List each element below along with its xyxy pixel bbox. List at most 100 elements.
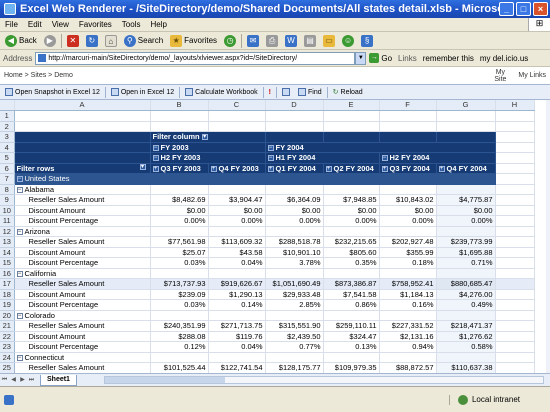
cell[interactable] — [379, 352, 437, 363]
cell[interactable] — [323, 110, 380, 122]
measure-label[interactable]: Reseller Sales Amount — [14, 194, 151, 206]
value-cell[interactable]: $2,439.50 — [265, 331, 324, 342]
my-links-link[interactable]: My Links — [518, 72, 546, 79]
cell[interactable] — [495, 257, 535, 269]
cell[interactable] — [495, 268, 535, 279]
menu-help[interactable]: Help — [145, 20, 171, 29]
value-cell[interactable]: $355.99 — [379, 247, 437, 258]
cell[interactable] — [495, 236, 535, 248]
quarter-header[interactable]: + Q2 FY 2004 — [323, 163, 380, 174]
open-in-excel-button[interactable]: Open in Excel 12 — [108, 88, 177, 96]
value-cell[interactable]: 0.14% — [208, 299, 266, 311]
cell[interactable] — [323, 268, 380, 279]
cell[interactable] — [495, 310, 535, 321]
cell[interactable] — [495, 215, 535, 227]
cell[interactable] — [323, 310, 380, 321]
value-cell[interactable]: $1,695.88 — [436, 247, 496, 258]
value-cell[interactable]: $713,737.93 — [150, 278, 209, 290]
cell[interactable] — [150, 110, 209, 122]
quarter-header[interactable]: + Q1 FY 2004 — [265, 163, 324, 174]
value-cell[interactable]: $7,541.58 — [323, 289, 380, 300]
measure-label[interactable]: Discount Amount — [14, 205, 151, 216]
value-cell[interactable]: $110,637.38 — [436, 362, 496, 373]
value-cell[interactable]: $122,741.54 — [208, 362, 266, 373]
country-row-label[interactable]: − United States — [14, 173, 151, 185]
cell[interactable] — [265, 226, 324, 237]
cell[interactable] — [495, 152, 535, 164]
cell[interactable] — [208, 310, 266, 321]
row-header[interactable]: 11 — [0, 215, 15, 227]
value-cell[interactable]: $239.09 — [150, 289, 209, 300]
row-header[interactable]: 14 — [0, 247, 15, 258]
cell[interactable] — [265, 352, 324, 363]
cell[interactable] — [265, 184, 324, 195]
cell[interactable] — [495, 131, 535, 143]
row-header[interactable]: 18 — [0, 289, 15, 300]
cell[interactable] — [208, 268, 266, 279]
value-cell[interactable]: $271,713.75 — [208, 320, 266, 332]
row-header[interactable]: 12 — [0, 226, 15, 237]
value-cell[interactable]: $240,351.99 — [150, 320, 209, 332]
value-cell[interactable]: $0.00 — [436, 205, 496, 216]
value-cell[interactable]: $1,276.62 — [436, 331, 496, 342]
cell[interactable] — [495, 299, 535, 311]
value-cell[interactable]: $10,901.10 — [265, 247, 324, 258]
sheet-tab-sheet1[interactable]: Sheet1 — [40, 374, 77, 386]
value-cell[interactable]: $0.00 — [323, 205, 380, 216]
measure-label[interactable]: Reseller Sales Amount — [14, 320, 151, 332]
address-dropdown[interactable]: ▼ — [355, 51, 367, 65]
state-row-label[interactable]: − Alabama — [14, 184, 151, 195]
cell[interactable] — [495, 341, 535, 353]
cell[interactable] — [495, 362, 535, 373]
home-button[interactable]: ⌂ — [103, 33, 119, 48]
value-cell[interactable]: $202,927.48 — [379, 236, 437, 248]
cell[interactable] — [14, 110, 151, 122]
forward-button[interactable]: ▶ — [42, 33, 58, 48]
row-header[interactable]: 4 — [0, 142, 15, 153]
value-cell[interactable]: $1,290.13 — [208, 289, 266, 300]
value-cell[interactable]: $1,051,690.49 — [265, 278, 324, 290]
cell[interactable] — [495, 226, 535, 237]
value-cell[interactable]: $10,843.02 — [379, 194, 437, 206]
value-cell[interactable]: $88,872.57 — [379, 362, 437, 373]
cell[interactable] — [379, 121, 437, 132]
measure-label[interactable]: Discount Percentage — [14, 341, 151, 353]
menu-tools[interactable]: Tools — [117, 20, 146, 29]
cell[interactable] — [495, 184, 535, 195]
open-snapshot-button[interactable]: Open Snapshot in Excel 12 — [2, 88, 103, 96]
next-sheet-icon[interactable]: ▶ — [18, 376, 27, 385]
value-cell[interactable]: 0.00% — [436, 215, 496, 227]
value-cell[interactable]: $109,979.35 — [323, 362, 380, 373]
value-cell[interactable]: $0.00 — [150, 205, 209, 216]
row-header[interactable]: 25 — [0, 362, 15, 373]
value-cell[interactable]: $315,551.90 — [265, 320, 324, 332]
quarter-header[interactable]: + Q3 FY 2003 — [150, 163, 209, 174]
cell[interactable] — [495, 194, 535, 206]
cell[interactable] — [323, 226, 380, 237]
cell[interactable] — [436, 121, 496, 132]
cell[interactable] — [495, 289, 535, 300]
column-header[interactable]: F — [379, 100, 437, 111]
cell[interactable] — [150, 226, 209, 237]
print-button[interactable]: ⎙ — [264, 33, 280, 48]
cell[interactable] — [436, 310, 496, 321]
value-cell[interactable]: 0.77% — [265, 341, 324, 353]
value-cell[interactable]: 0.18% — [379, 257, 437, 269]
breadcrumb[interactable]: Home > Sites > Demo — [4, 72, 73, 79]
column-header[interactable]: H — [495, 100, 535, 111]
row-header[interactable]: 20 — [0, 310, 15, 321]
cell[interactable] — [208, 184, 266, 195]
row-header[interactable]: 3 — [0, 131, 15, 143]
column-header[interactable]: D — [265, 100, 324, 111]
menu-view[interactable]: View — [47, 20, 74, 29]
value-cell[interactable]: 0.04% — [208, 341, 266, 353]
cell[interactable] — [323, 352, 380, 363]
measure-label[interactable]: Reseller Sales Amount — [14, 362, 151, 373]
quarter-header[interactable]: + Q4 FY 2003 — [208, 163, 266, 174]
cell[interactable] — [495, 278, 535, 290]
cell[interactable] — [379, 184, 437, 195]
first-sheet-icon[interactable]: ⏮ — [0, 376, 9, 385]
cell[interactable] — [208, 226, 266, 237]
value-cell[interactable]: 0.04% — [208, 257, 266, 269]
value-cell[interactable]: $1,184.13 — [379, 289, 437, 300]
